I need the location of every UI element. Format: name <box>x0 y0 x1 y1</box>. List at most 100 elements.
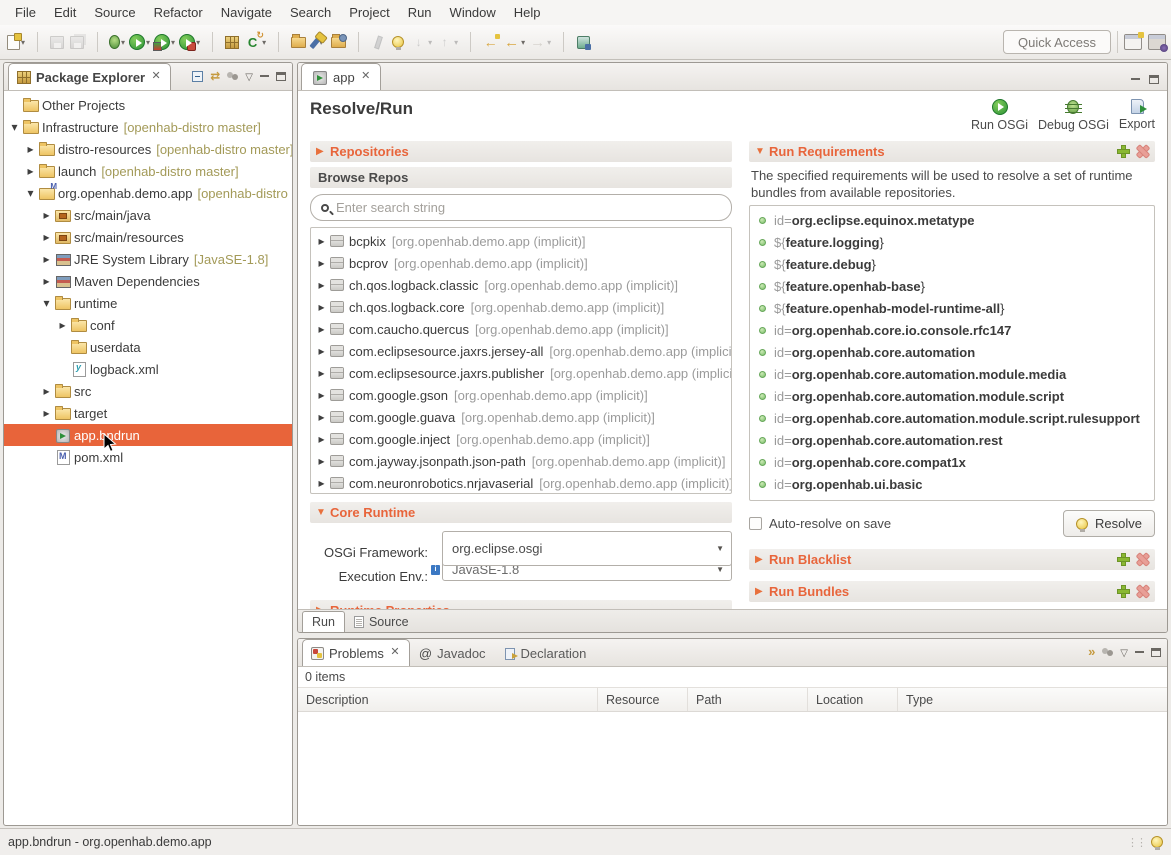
requirement-row[interactable]: ${ feature.logging } <box>750 231 1154 253</box>
menu-item[interactable]: Navigate <box>212 0 281 25</box>
tab-problems[interactable]: Problems ✕ <box>302 639 410 666</box>
tree-expander-icon[interactable] <box>315 388 328 402</box>
menu-item[interactable]: Run <box>399 0 441 25</box>
toolbar-button[interactable]: ▾ <box>177 29 202 55</box>
section-repositories[interactable]: ▶ Repositories <box>310 141 732 162</box>
repo-bundle-row[interactable]: com.google.guava [org.openhab.demo.app (… <box>311 406 731 428</box>
toolbar-button[interactable]: ▾ <box>408 29 434 55</box>
requirement-row[interactable]: id= org.openhab.ui.paper <box>750 495 1154 501</box>
menu-item[interactable]: Window <box>441 0 505 25</box>
menu-item[interactable]: Refactor <box>145 0 212 25</box>
tab-run[interactable]: Run <box>302 611 345 632</box>
editor-action-button[interactable]: Debug OSGi <box>1038 99 1109 132</box>
column-path[interactable]: Path <box>688 688 808 711</box>
tree-expander-icon[interactable] <box>24 186 37 200</box>
tree-expander-icon[interactable] <box>40 208 53 222</box>
tree-item[interactable]: logback.xml <box>4 358 292 380</box>
toolbar-button[interactable]: ▾ <box>127 29 152 55</box>
tree-item[interactable]: pom.xml <box>4 446 292 468</box>
tree-item[interactable]: runtime <box>4 292 292 314</box>
maximize-icon[interactable] <box>1149 75 1159 84</box>
tree-expander-icon[interactable] <box>315 300 328 314</box>
maximize-icon[interactable] <box>1151 648 1161 657</box>
menu-item[interactable]: Project <box>340 0 398 25</box>
osgi-framework-combo[interactable]: org.eclipse.osgi ▼ <box>442 531 732 566</box>
auto-resolve-checkbox[interactable] <box>749 517 762 530</box>
toolbar-button[interactable]: ▾ <box>222 29 242 55</box>
tree-item[interactable]: userdata <box>4 336 292 358</box>
collapse-all-icon[interactable] <box>192 71 203 82</box>
toolbar-button[interactable]: ▾ <box>348 29 368 55</box>
tree-item[interactable]: org.openhab.demo.app [openhab-distro mas… <box>4 182 292 204</box>
toolbar-button[interactable]: ▾ <box>308 29 328 55</box>
tree-item[interactable]: JRE System Library [JavaSE-1.8] <box>4 248 292 270</box>
column-resource[interactable]: Resource <box>598 688 688 711</box>
tree-item[interactable]: distro-resources [openhab-distro master] <box>4 138 292 160</box>
toolbar-button[interactable]: ▾ <box>242 29 268 55</box>
dropdown-arrow-icon[interactable]: ▾ <box>521 38 525 47</box>
java-perspective-icon[interactable] <box>1148 34 1166 50</box>
repo-bundle-row[interactable]: com.neuronrobotics.nrjavaserial [org.ope… <box>311 472 731 494</box>
tree-item[interactable]: src/main/java <box>4 204 292 226</box>
repo-bundle-row[interactable]: com.caucho.quercus [org.openhab.demo.app… <box>311 318 731 340</box>
focus-on-active-task-icon[interactable] <box>1102 648 1113 656</box>
tree-expander-icon[interactable] <box>315 234 328 248</box>
dropdown-arrow-icon[interactable]: ▾ <box>428 38 432 47</box>
toolbar-button[interactable]: ▾ <box>368 29 388 55</box>
toolbar-button[interactable]: ▾ <box>268 29 288 55</box>
menu-item[interactable]: File <box>6 0 45 25</box>
tab-javadoc[interactable]: @ Javadoc <box>410 639 495 666</box>
tree-expander-icon[interactable] <box>40 252 53 266</box>
tree-item[interactable]: src/main/resources <box>4 226 292 248</box>
section-run-requirements[interactable]: ▼ Run Requirements <box>749 141 1155 162</box>
add-requirement-icon[interactable] <box>1117 145 1130 158</box>
tree-expander-icon[interactable] <box>315 454 328 468</box>
repo-bundle-row[interactable]: bcpkix [org.openhab.demo.app (implicit)] <box>311 230 731 252</box>
tree-item[interactable]: Infrastructure [openhab-distro master] <box>4 116 292 138</box>
repo-bundle-row[interactable]: bcprov [org.openhab.demo.app (implicit)] <box>311 252 731 274</box>
requirement-row[interactable]: id= org.eclipse.equinox.metatype <box>750 209 1154 231</box>
editor-action-button[interactable]: Export <box>1119 99 1155 132</box>
requirement-row[interactable]: id= org.openhab.core.compat1x <box>750 451 1154 473</box>
requirement-row[interactable]: id= org.openhab.core.automation <box>750 341 1154 363</box>
tree-item[interactable]: Other Projects <box>4 94 292 116</box>
requirement-row[interactable]: ${ feature.openhab-base } <box>750 275 1154 297</box>
repo-bundle-row[interactable]: ch.qos.logback.core [org.openhab.demo.ap… <box>311 296 731 318</box>
add-blacklist-icon[interactable] <box>1117 553 1130 566</box>
toolbar-button[interactable]: ▾ <box>434 29 460 55</box>
dropdown-arrow-icon[interactable]: ▾ <box>171 38 175 47</box>
column-type[interactable]: Type <box>898 688 1167 711</box>
dropdown-arrow-icon[interactable]: ▾ <box>196 38 200 47</box>
close-icon[interactable]: ✕ <box>150 71 162 83</box>
tree-item[interactable]: src <box>4 380 292 402</box>
tree-expander-icon[interactable] <box>40 274 53 288</box>
repo-bundle-row[interactable]: ch.qos.logback.classic [org.openhab.demo… <box>311 274 731 296</box>
requirement-row[interactable]: ${ feature.debug } <box>750 253 1154 275</box>
toolbar-button[interactable]: ▾ <box>87 29 107 55</box>
repo-bundle-row[interactable]: com.eclipsesource.jaxrs.publisher [org.o… <box>311 362 731 384</box>
close-icon[interactable]: ✕ <box>360 71 372 83</box>
toolbar-button[interactable]: ▾ <box>460 29 480 55</box>
repo-bundle-row[interactable]: com.jayway.jsonpath.json-path [org.openh… <box>311 450 731 472</box>
dropdown-arrow-icon[interactable]: ▾ <box>454 38 458 47</box>
toolbar-button[interactable]: ▾ <box>27 29 47 55</box>
toolbar-button[interactable]: ▾ <box>527 29 553 55</box>
tree-expander-icon[interactable] <box>315 410 328 424</box>
toolbar-button[interactable]: ▾ <box>573 29 593 55</box>
toolbar-button[interactable]: ▾ <box>202 29 222 55</box>
tree-expander-icon[interactable] <box>315 366 328 380</box>
filter-icon[interactable] <box>1088 643 1095 661</box>
quick-access-box[interactable]: Quick Access <box>1003 30 1111 54</box>
repo-bundle-row[interactable]: com.google.gson [org.openhab.demo.app (i… <box>311 384 731 406</box>
requirement-row[interactable]: id= org.openhab.core.automation.rest <box>750 429 1154 451</box>
tab-package-explorer[interactable]: Package Explorer ✕ <box>8 63 171 90</box>
view-menu-icon[interactable] <box>245 67 253 85</box>
toolbar-button[interactable]: ▾ <box>288 29 308 55</box>
menu-item[interactable]: Source <box>85 0 144 25</box>
tree-expander-icon[interactable] <box>315 432 328 446</box>
minimize-icon[interactable] <box>1135 650 1144 653</box>
remove-blacklist-icon[interactable] <box>1136 553 1149 566</box>
tree-expander-icon[interactable] <box>40 230 53 244</box>
repo-bundle-row[interactable]: com.google.inject [org.openhab.demo.app … <box>311 428 731 450</box>
section-run-bundles[interactable]: ▶ Run Bundles <box>749 581 1155 602</box>
